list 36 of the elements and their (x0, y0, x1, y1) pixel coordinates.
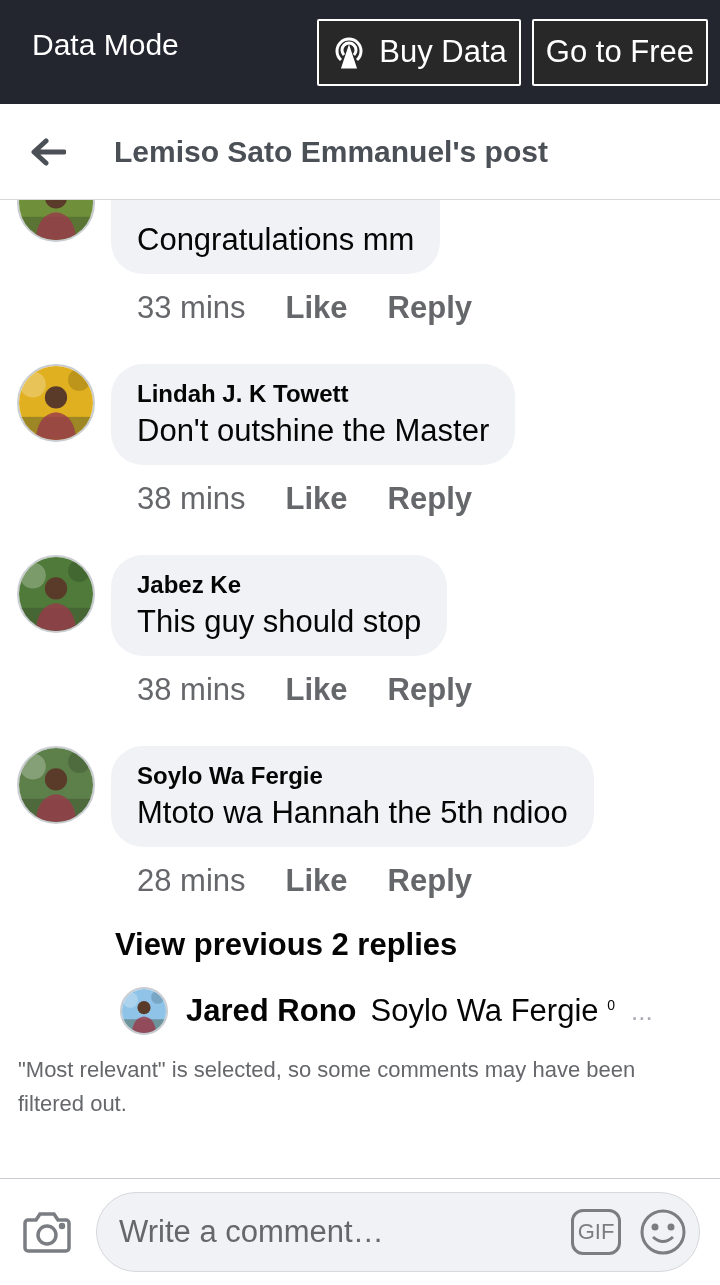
comment-text: Mtoto wa Hannah the 5th ndioo (137, 795, 568, 831)
back-button[interactable] (30, 137, 66, 166)
emoji-button[interactable] (639, 1208, 687, 1256)
comment-time: 28 mins (137, 863, 246, 899)
reply-link[interactable]: Reply (387, 863, 472, 899)
comment-text: This guy should stop (137, 604, 422, 640)
like-link[interactable]: Like (285, 481, 348, 517)
camera-icon (22, 1210, 72, 1254)
commenter-name: Soylo Wa Fergie (137, 762, 324, 790)
buy-data-button[interactable]: Buy Data (317, 18, 521, 86)
like-link[interactable]: Like (285, 672, 348, 708)
comment-time: 38 mins (137, 672, 246, 708)
go-to-free-button[interactable]: Go to Free (531, 18, 708, 86)
gif-button[interactable]: GIF (571, 1209, 621, 1255)
reply-text: Soylo Wa Fergie $^{0}$ (370, 993, 615, 1029)
more-ellipsis: ... (630, 995, 653, 1027)
back-arrow-icon (30, 137, 66, 166)
view-replies-link[interactable]: View previous 2 replies (115, 927, 720, 963)
comment-time: 33 mins (137, 290, 246, 326)
like-link[interactable]: Like (285, 863, 348, 899)
like-link[interactable]: Like (285, 290, 348, 326)
commenter-name: Lindah J. K Towett (137, 380, 350, 408)
reply-link[interactable]: Reply (387, 290, 472, 326)
commenter-name: Jabez Ke (137, 571, 243, 599)
comment-time: 38 mins (137, 481, 246, 517)
comment-text: Congratulations mm (137, 222, 415, 258)
comment-field[interactable]: Write a comment… GIF (96, 1192, 700, 1272)
comment-text: Don't outshine the Master (137, 413, 490, 449)
reply-link[interactable]: Reply (387, 481, 472, 517)
reply-author: Jared Rono (186, 993, 357, 1029)
camera-button[interactable] (22, 1210, 72, 1254)
reply-link[interactable]: Reply (387, 672, 472, 708)
smiley-icon (639, 1208, 687, 1256)
filter-note: "Most relevant" is selected, so some comments may have been filtered out. (18, 1056, 637, 1118)
post-title: Lemiso Sato Emmanuel's post (114, 134, 548, 169)
data-mode-label: Data Mode (32, 28, 180, 62)
